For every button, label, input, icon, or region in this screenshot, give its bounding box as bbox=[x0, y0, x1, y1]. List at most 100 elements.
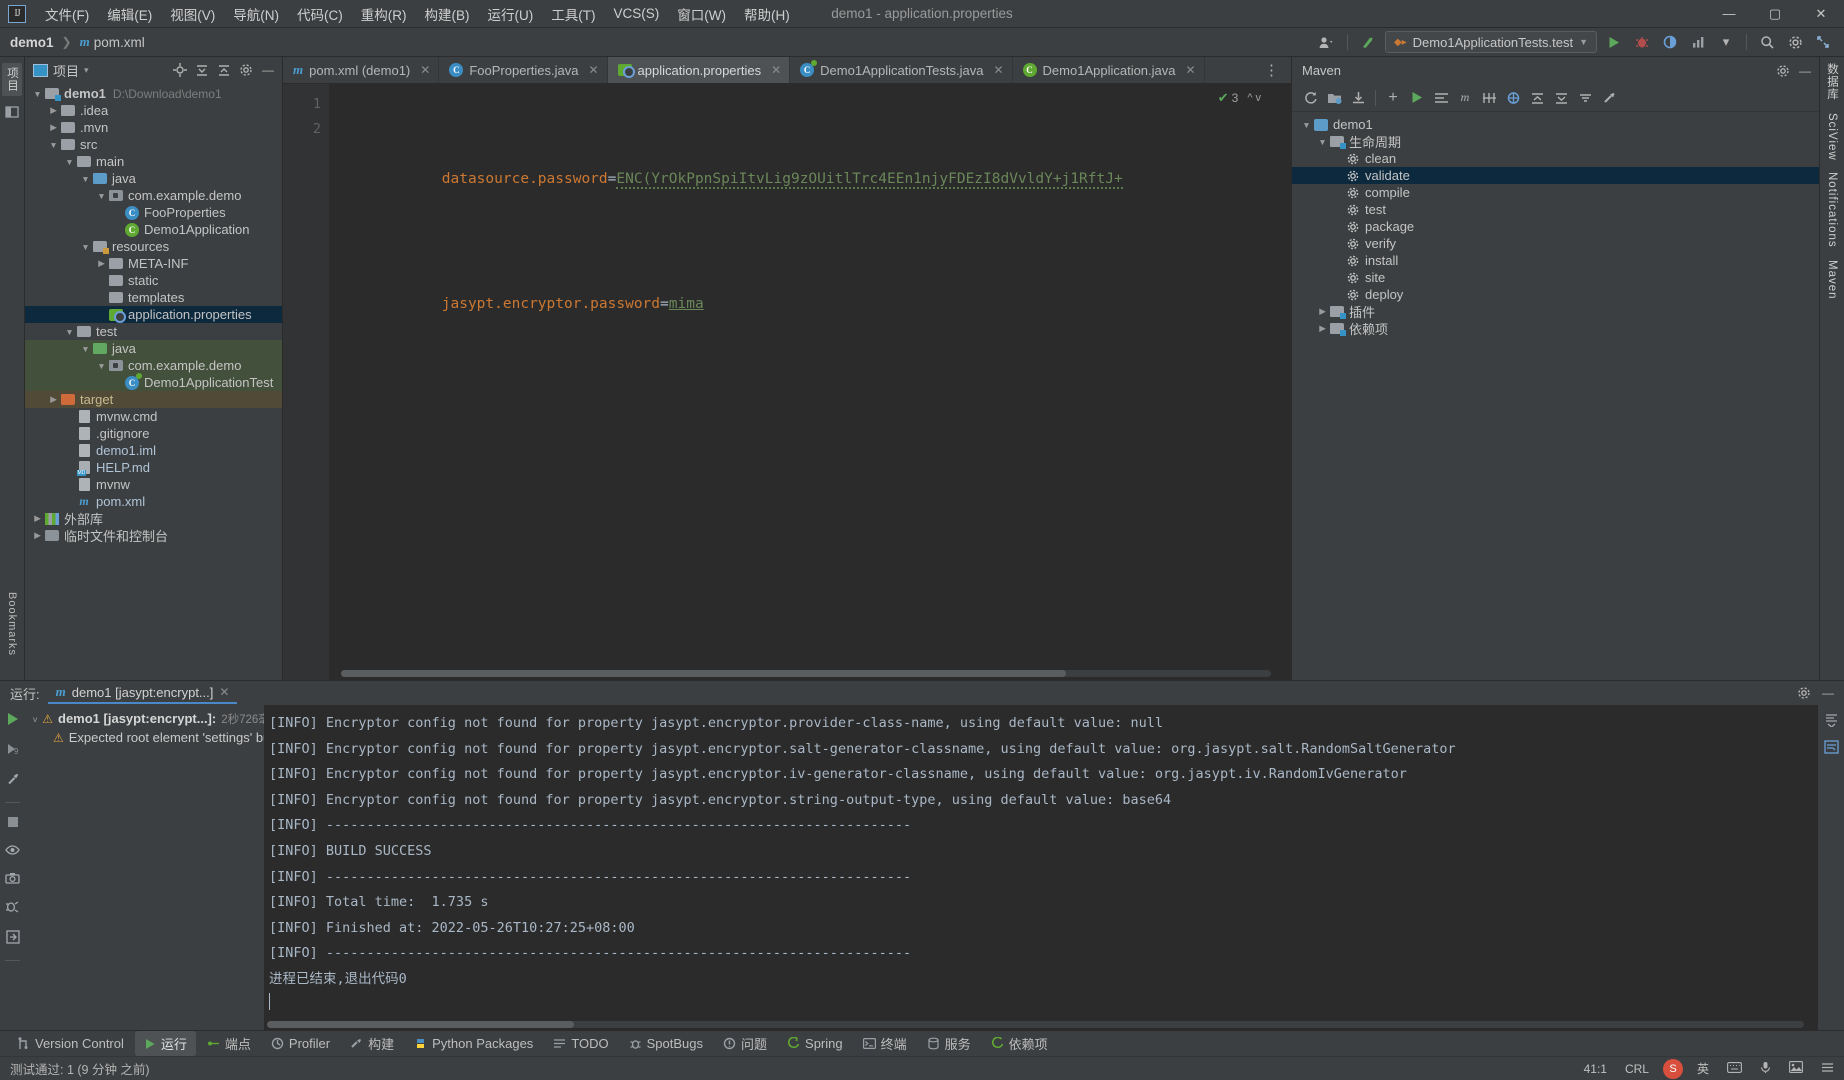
add-plugin-icon[interactable]: + bbox=[1383, 88, 1403, 108]
project-tree-item[interactable]: mvnw bbox=[25, 476, 282, 493]
project-settings-gear-icon[interactable] bbox=[236, 60, 256, 80]
chevron-right-icon[interactable]: ▶ bbox=[47, 394, 60, 405]
editor-tab[interactable]: application.properties ✕ bbox=[607, 57, 791, 83]
editor-tab-overflow[interactable]: ⋮ bbox=[1258, 57, 1291, 83]
project-tree-item[interactable]: ▼ demo1 D:\Download\demo1 bbox=[25, 85, 282, 102]
project-tree-item[interactable]: ▶ 临时文件和控制台 bbox=[25, 527, 282, 544]
chevron-down-icon[interactable]: ▼ bbox=[31, 89, 44, 99]
maven-settings-icon[interactable] bbox=[1599, 88, 1619, 108]
chevron-right-icon[interactable]: ▶ bbox=[1316, 323, 1329, 334]
expand-all-icon[interactable] bbox=[192, 60, 212, 80]
editor-tab[interactable]: C Demo1ApplicationTests.java ✕ bbox=[790, 57, 1013, 83]
chevron-right-icon[interactable]: ▶ bbox=[47, 105, 60, 116]
execute-goal-icon[interactable] bbox=[1407, 88, 1427, 108]
breadcrumb[interactable]: demo1 ❯ m pom.xml bbox=[10, 34, 145, 50]
menu-file[interactable]: 文件(F) bbox=[36, 0, 98, 28]
sidebar-item-bookmarks[interactable]: Bookmarks bbox=[6, 592, 18, 656]
project-tree-item[interactable]: C Demo1ApplicationTest bbox=[25, 372, 282, 391]
line-separator[interactable]: CRL bbox=[1621, 1061, 1653, 1077]
editor-horizontal-scrollbar[interactable] bbox=[341, 670, 1271, 677]
skip-tests-icon[interactable]: m bbox=[1455, 88, 1475, 108]
maven-tree-item[interactable]: ▶ 依赖项 bbox=[1292, 320, 1819, 337]
update-arrow-icon[interactable] bbox=[1357, 31, 1379, 53]
ime-language[interactable]: 英 bbox=[1693, 1059, 1713, 1078]
more-actions-icon[interactable]: ▾ bbox=[1715, 31, 1737, 53]
menu-help[interactable]: 帮助(H) bbox=[735, 0, 799, 28]
project-tree-item[interactable]: ▼ resources bbox=[25, 238, 282, 255]
menu-view[interactable]: 视图(V) bbox=[161, 0, 224, 28]
chevron-down-icon[interactable]: ▼ bbox=[79, 242, 92, 252]
tool-window-button[interactable]: Profiler bbox=[262, 1033, 339, 1054]
chevron-right-icon[interactable]: ▶ bbox=[1316, 306, 1329, 317]
project-tree-item[interactable]: ▼ com.example.demo bbox=[25, 187, 282, 204]
menu-icon[interactable] bbox=[1817, 1061, 1838, 1077]
rerun-failed-tests-icon[interactable]: 9 bbox=[6, 742, 20, 759]
chevron-down-icon[interactable]: ▼ bbox=[63, 327, 76, 337]
menu-navigate[interactable]: 导航(N) bbox=[224, 0, 288, 28]
editor-tab[interactable]: C Demo1Application.java ✕ bbox=[1013, 57, 1205, 83]
export-icon[interactable] bbox=[5, 930, 20, 947]
maven-profiles-icon[interactable] bbox=[1575, 88, 1595, 108]
debug-button[interactable] bbox=[1631, 31, 1653, 53]
project-tree-item[interactable]: ▶ .idea bbox=[25, 102, 282, 119]
download-sources-icon[interactable] bbox=[1348, 88, 1368, 108]
soft-wrap-icon[interactable] bbox=[1823, 740, 1839, 757]
tool-window-button[interactable]: TODO bbox=[544, 1033, 617, 1054]
sidebar-item-project[interactable]: 项目 bbox=[2, 63, 22, 96]
close-tab-icon[interactable]: ✕ bbox=[993, 63, 1003, 77]
maven-tree-item[interactable]: ▼ 生命周期 bbox=[1292, 133, 1819, 150]
hide-panel-icon[interactable]: — bbox=[258, 60, 278, 80]
run-with-coverage-button[interactable] bbox=[1659, 31, 1681, 53]
maven-tree-item[interactable]: test bbox=[1292, 201, 1819, 218]
watch-eye-icon[interactable] bbox=[5, 844, 20, 859]
maximize-button[interactable]: ▢ bbox=[1752, 0, 1798, 27]
editor-tab[interactable]: m pom.xml (demo1) ✕ bbox=[283, 57, 440, 83]
account-icon[interactable] bbox=[1316, 31, 1338, 53]
project-tree-item[interactable]: m pom.xml bbox=[25, 493, 282, 510]
ime-badge-icon[interactable]: S bbox=[1662, 1058, 1683, 1079]
tool-window-button[interactable]: 端点 bbox=[198, 1031, 260, 1056]
menu-tools[interactable]: 工具(T) bbox=[542, 0, 604, 28]
project-tree-item[interactable]: templates bbox=[25, 289, 282, 306]
tool-window-button[interactable]: 问题 bbox=[714, 1031, 776, 1056]
image-icon[interactable] bbox=[1785, 1060, 1807, 1077]
chevron-right-icon[interactable]: ▶ bbox=[31, 513, 44, 524]
expand-tree-icon[interactable] bbox=[1551, 88, 1571, 108]
project-tree-item[interactable]: ▶ .mvn bbox=[25, 119, 282, 136]
breadcrumb-file[interactable]: pom.xml bbox=[94, 35, 145, 50]
chevron-down-icon[interactable]: ▼ bbox=[95, 191, 108, 201]
prev-problem-icon[interactable]: ^ bbox=[1247, 92, 1252, 104]
keyboard-icon[interactable] bbox=[1723, 1061, 1746, 1077]
menu-edit[interactable]: 编辑(E) bbox=[98, 0, 161, 28]
next-problem-icon[interactable]: v bbox=[1256, 92, 1262, 104]
console-horizontal-scrollbar[interactable] bbox=[267, 1021, 1804, 1028]
maven-tree-item[interactable]: compile bbox=[1292, 184, 1819, 201]
sidebar-item-notifications[interactable]: Notifications bbox=[1826, 172, 1838, 248]
project-tree-item[interactable]: C FooProperties bbox=[25, 204, 282, 221]
project-tree-item[interactable]: HELP.md bbox=[25, 459, 282, 476]
menu-vcs[interactable]: VCS(S) bbox=[605, 2, 669, 25]
maven-tree-item[interactable]: install bbox=[1292, 252, 1819, 269]
breadcrumb-project[interactable]: demo1 bbox=[10, 35, 54, 50]
maven-tree-item[interactable]: deploy bbox=[1292, 286, 1819, 303]
maven-tree-item[interactable]: site bbox=[1292, 269, 1819, 286]
close-button[interactable]: ✕ bbox=[1798, 0, 1844, 27]
sidebar-item-database[interactable]: 数据库 bbox=[1824, 63, 1840, 101]
structure-icon[interactable] bbox=[5, 106, 19, 121]
project-tree-item[interactable]: ▼ java bbox=[25, 340, 282, 357]
run-tab[interactable]: m demo1 [jasypt:encrypt...] ✕ bbox=[47, 682, 238, 704]
project-tree-item[interactable]: ▼ main bbox=[25, 153, 282, 170]
tool-window-button[interactable]: Spring bbox=[778, 1033, 852, 1054]
run-configuration-selector[interactable]: ◆▸ Demo1ApplicationTests.test ▼ bbox=[1384, 31, 1597, 53]
menu-code[interactable]: 代码(C) bbox=[288, 0, 352, 28]
debug-attach-icon[interactable] bbox=[5, 900, 20, 917]
toggle-offline-mode-icon[interactable] bbox=[1431, 88, 1451, 108]
tool-window-button[interactable]: Version Control bbox=[8, 1033, 133, 1054]
close-tab-icon[interactable]: ✕ bbox=[588, 63, 598, 77]
camera-icon[interactable] bbox=[5, 872, 20, 887]
caret-position[interactable]: 41:1 bbox=[1580, 1061, 1611, 1077]
rerun-icon[interactable] bbox=[6, 712, 19, 729]
chevron-right-icon[interactable]: ▶ bbox=[95, 258, 108, 269]
chevron-right-icon[interactable]: ▶ bbox=[47, 122, 60, 133]
test-tree-row[interactable]: ⚠ Expected root element 'settings' bu bbox=[25, 728, 264, 747]
